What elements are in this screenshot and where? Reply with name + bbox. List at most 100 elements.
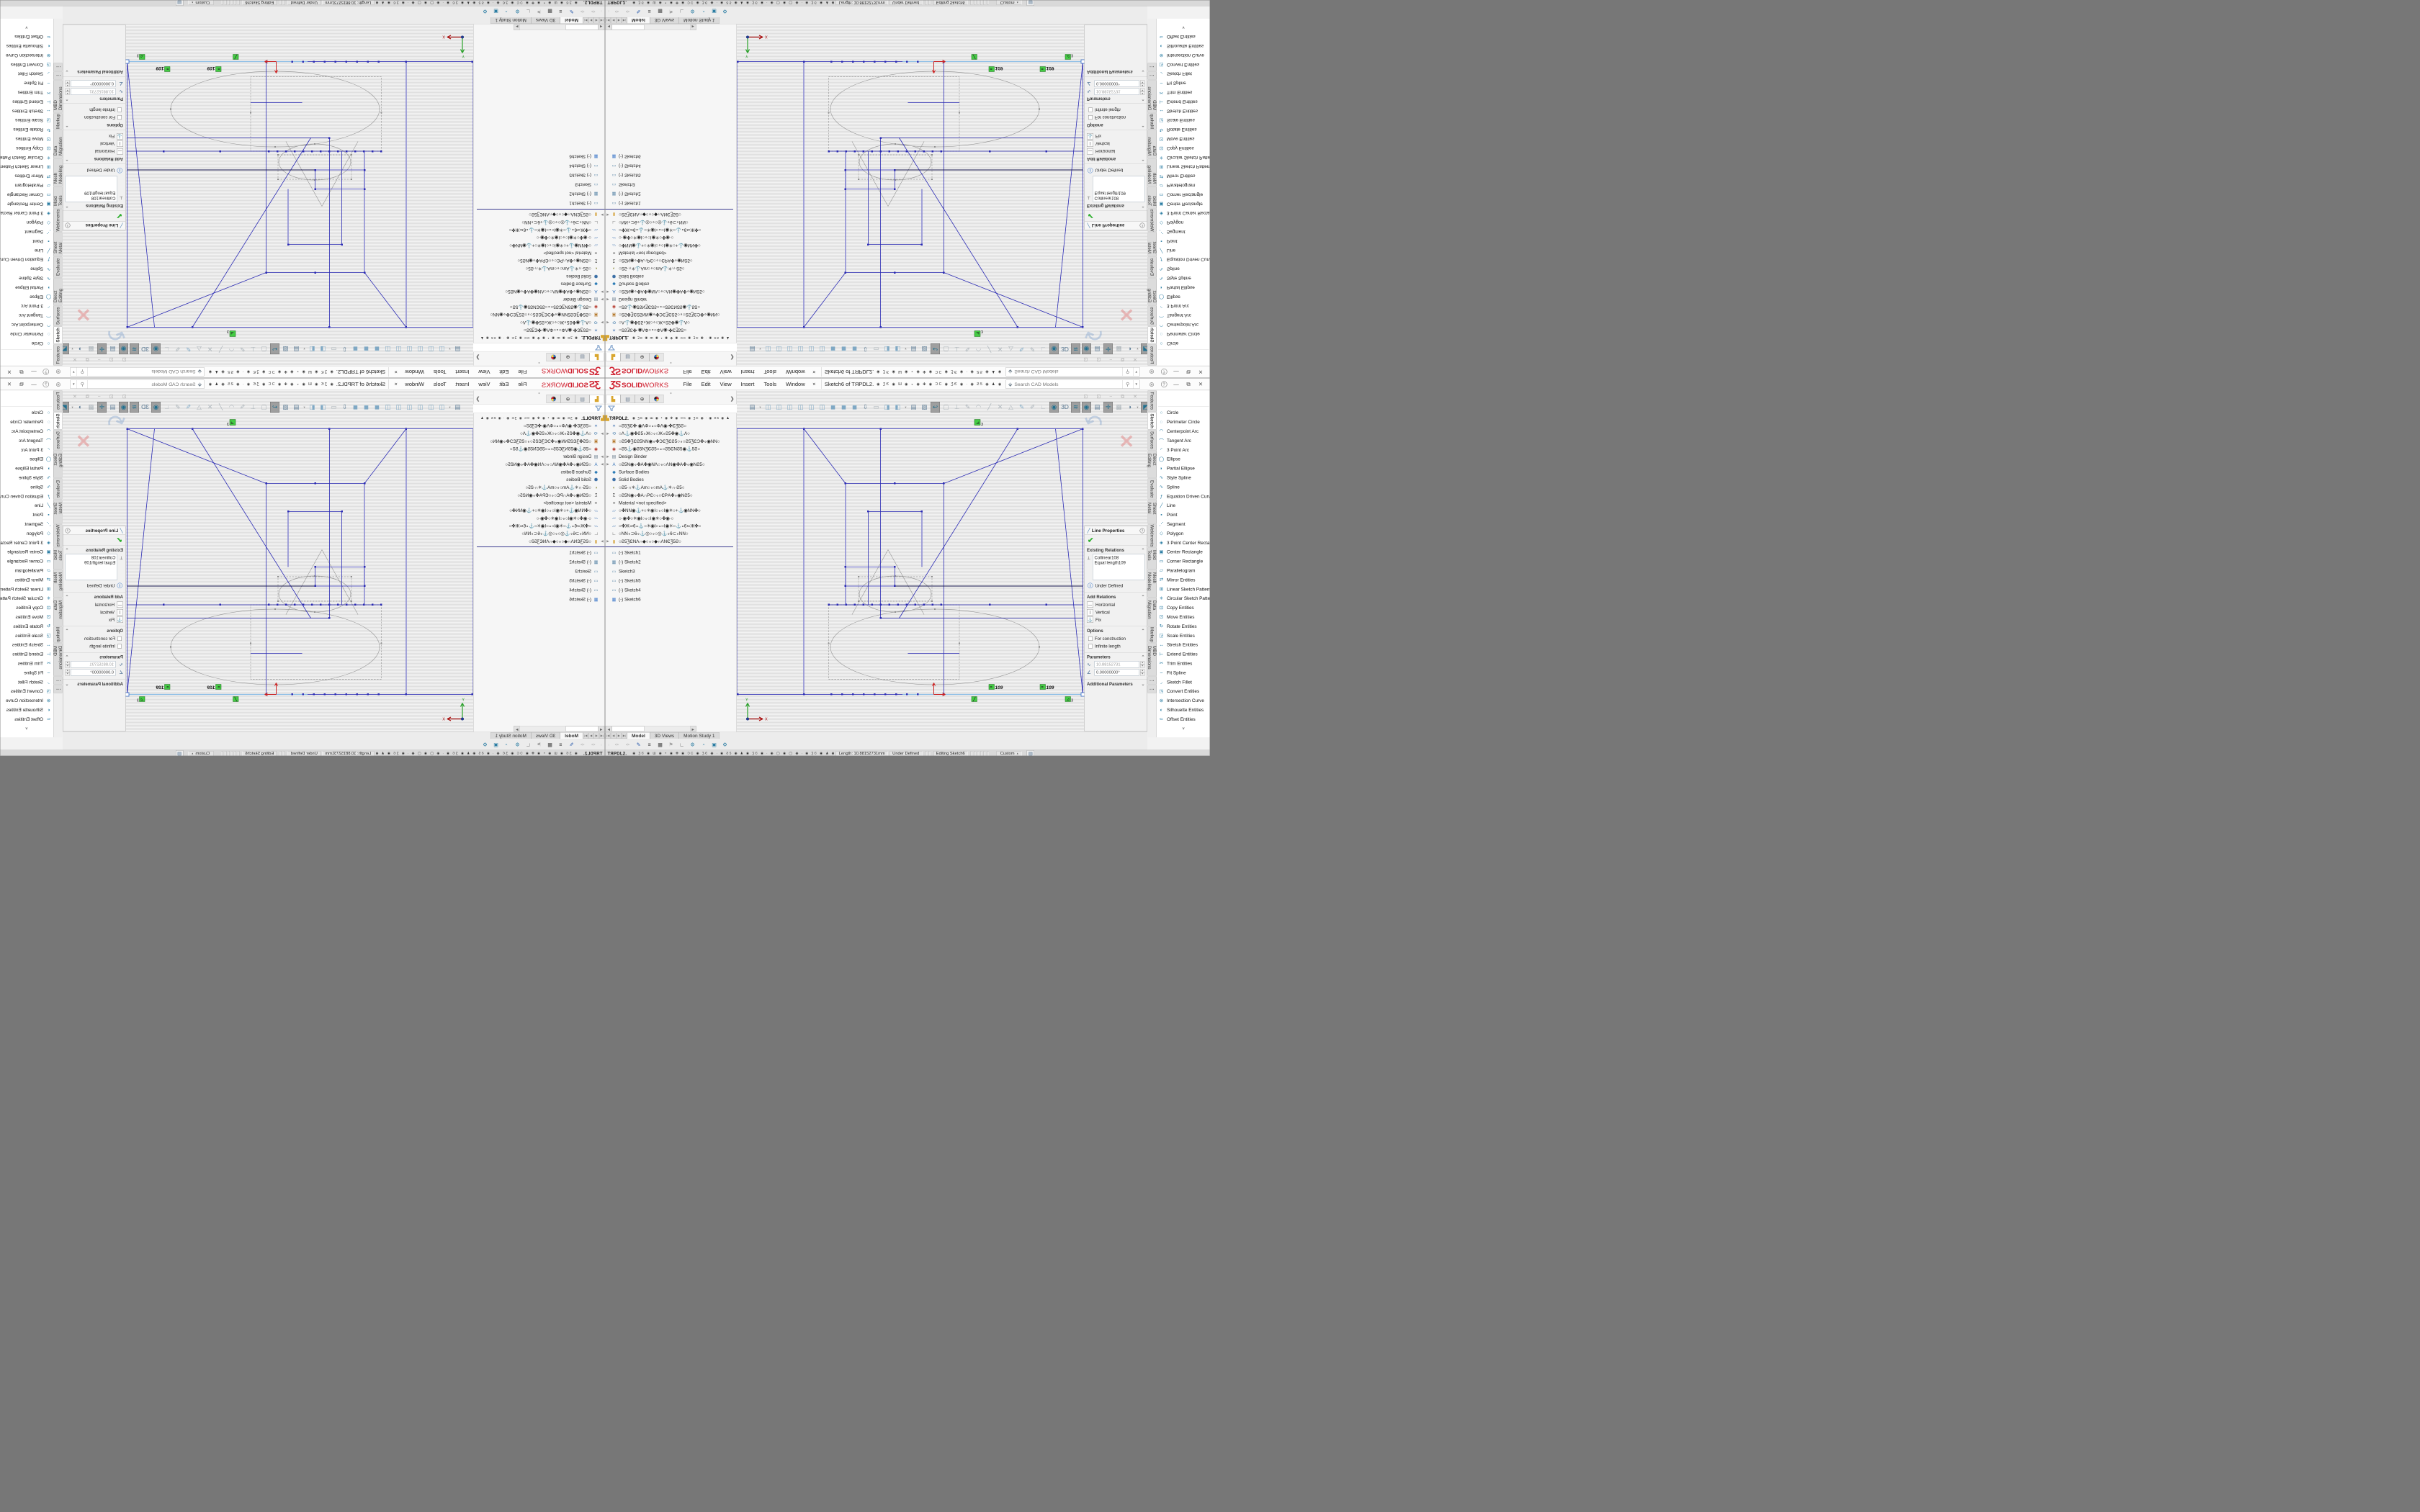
restore-button[interactable]: ⧉	[1183, 369, 1195, 375]
sketch-tool-item[interactable]: ⊢ Extend Entities	[0, 97, 53, 107]
help-icon[interactable]: ?	[1140, 528, 1145, 533]
tab-displaymanager[interactable]	[547, 353, 561, 361]
sketch-tool-item[interactable]: ⌣ Fit Spline	[1157, 78, 1210, 88]
sketch-tool-item[interactable]: ⊡ Copy Entities	[0, 144, 53, 153]
option-checkbox-row[interactable]: For construction	[1087, 114, 1145, 122]
sketch-tool-item[interactable]: ◲ Scale Entities	[0, 631, 53, 640]
sketch-tool-item[interactable]: ◐ Silhouette Entities	[1157, 42, 1210, 51]
close-button[interactable]: ✕	[1195, 381, 1207, 387]
document-tab[interactable]: 3D Views	[531, 17, 560, 24]
motion-toolbar-icon[interactable]: ∟	[524, 9, 533, 14]
sketch-tool-item[interactable]: ⊞ Linear Sketch Pattern	[0, 163, 53, 172]
equal-relation-badge-2[interactable]: = 109	[1040, 66, 1054, 72]
sketch-tool-item[interactable]: ◳ Convert Entities	[0, 686, 53, 696]
command-tab[interactable]: Sheet Metal	[54, 233, 63, 256]
command-tab[interactable]: Mesh Modeling	[1148, 159, 1157, 186]
command-tab[interactable]: Mold Tools	[1148, 548, 1157, 570]
sketch-tool-item[interactable]: ▪ Point	[0, 237, 53, 246]
motion-toolbar-icon[interactable]: ▣	[492, 742, 501, 748]
restore-button[interactable]: ⧉	[16, 369, 28, 375]
tree-item[interactable]: ◉ ○Ƨ5⚓◉Ƨ5ΝƷЄƧ5○∘○Ƨ5ЄΝƧ5◉⚓5Ƨ○	[473, 445, 605, 453]
sketch-tool-item[interactable]: ⊡ Move Entities	[1157, 135, 1210, 144]
command-tab[interactable]: ⋮	[54, 63, 63, 71]
motion-toolbar-icon[interactable]: ∟	[524, 742, 533, 747]
add-relation-button[interactable]: | Vertical	[1087, 140, 1145, 148]
toolbar-grip[interactable]: ⋮	[607, 743, 611, 747]
tree-item-sketch[interactable]: ▭ (-) Sketch1	[473, 199, 605, 208]
search-icon[interactable]: ⚲	[77, 368, 88, 377]
sketch-lines[interactable]	[737, 62, 1083, 328]
sketch-tool-item[interactable]: ⊡ Move Entities	[1157, 612, 1210, 621]
first-tab-arrow[interactable]: |◀	[606, 733, 611, 739]
sketch-points[interactable]	[737, 61, 1084, 328]
sketch-tool-item[interactable]: ◠ Centerpoint Arc	[0, 320, 53, 330]
relation-entry[interactable]: Equal length109	[1095, 560, 1144, 565]
more-tools-chevron[interactable]: ⩔	[1157, 24, 1210, 30]
tree-item[interactable]: ▶ ▤ Design Binder	[473, 453, 605, 461]
tree-item[interactable]: ◐ ○Ƨ5∙∩✳⚓Am○∘○mA⚓✳∩∙Ƨ5○	[473, 265, 605, 273]
sketch-tool-item[interactable]: ⊡ Copy Entities	[1157, 144, 1210, 153]
status-layer-icon[interactable]: ▤	[1027, 750, 1034, 756]
command-tab[interactable]: Sketch	[54, 327, 63, 344]
tree-item[interactable]: ▶ ▮ ○Ƨ5ƷЄΝΛ∩◆○∘○◆∩ΛΝЄƷ5Ƨ○	[473, 211, 605, 219]
document-tab[interactable]: 3D Views	[650, 732, 678, 739]
sketch-points[interactable]	[127, 428, 474, 696]
collapse-chevron-icon[interactable]: ⌃	[1141, 548, 1144, 553]
panel-grip[interactable]: ●	[606, 361, 737, 365]
status-layer-icon[interactable]: ▤	[1027, 0, 1034, 6]
help-icon[interactable]: ?	[66, 528, 71, 533]
section-header[interactable]: Add Relations	[1087, 157, 1116, 162]
collinear-relation-badge[interactable]: ╱	[972, 696, 977, 702]
sketch-tool-item[interactable]: ✳ Circular Sketch Pattern	[1157, 593, 1210, 603]
document-tab[interactable]: Motion Study 1	[679, 732, 720, 739]
collapse-chevron-icon[interactable]: ⌃	[66, 123, 69, 128]
sketch-tool-item[interactable]: ↔ Stretch Entities	[1157, 640, 1210, 649]
close-button[interactable]: ✕	[4, 381, 16, 387]
add-relation-button[interactable]: ⚓ Fix	[1087, 132, 1145, 140]
command-tab[interactable]: Evaluate	[1148, 479, 1157, 500]
checkbox[interactable]	[1088, 636, 1093, 641]
sketch-tool-item[interactable]: ⊗ Intersection Curve	[0, 696, 53, 705]
collapse-chevron-icon[interactable]: ⌃	[66, 654, 69, 660]
expand-chevron-icon[interactable]: ⌄	[66, 70, 69, 75]
command-tab[interactable]: Weldments	[54, 210, 63, 232]
sketch-tool-item[interactable]: ╱ Line	[0, 246, 53, 256]
sketch-tool-item[interactable]: ◇ Polygon	[1157, 528, 1210, 538]
menu-item[interactable]: Insert	[736, 381, 759, 387]
menu-item[interactable]: Insert	[451, 381, 474, 387]
sketch-tool-item[interactable]: ▣ Center Rectangle	[0, 199, 53, 209]
search-dropdown-arrow[interactable]: ▼	[1133, 368, 1139, 377]
section-header[interactable]: Additional Parameters	[1087, 70, 1133, 75]
tree-item-sketch[interactable]: ▦ (-) Sketch6	[473, 595, 605, 604]
command-tab[interactable]: Surfaces	[1148, 431, 1157, 451]
sketch-tool-item[interactable]: ▣ Center Rectangle	[0, 547, 53, 557]
option-checkbox-row[interactable]: Infinite length	[66, 642, 124, 650]
tree-item[interactable]: ✶ ○Ƨ5ƷЄ✤∙◉ΛΦ○∘○ΦΛ◉∙✤ЄƷ5Ƨ○	[606, 326, 738, 334]
tree-item[interactable]: ▶ ▮ ○Ƨ5ƷЄΝΛ∩◆○∘○◆∩ΛΝЄƷ5Ƨ○	[473, 537, 605, 545]
expander-arrow-icon[interactable]: ▶	[606, 454, 611, 459]
tree-item[interactable]: ◆ Surface Bodies	[606, 280, 738, 288]
section-header[interactable]: Parameters	[1087, 654, 1111, 660]
motion-toolbar-icon[interactable]: ▣	[710, 742, 719, 748]
tree-item[interactable]: ✶ ○Ƨ5ƷЄ✤∙◉ΛΦ○∘○ΦΛ◉∙✤ЄƷ5Ƨ○	[473, 422, 605, 430]
motion-toolbar-icon[interactable]: ⚑	[667, 742, 676, 748]
menu-item[interactable]: Tools	[429, 381, 452, 387]
sketch-tool-item[interactable]: ✂ Trim Entities	[0, 659, 53, 668]
tree-item[interactable]: ∟ ○ΝΝ∘⊃6∘⚓◎○∘○◎⚓∘6⊂∘ΝΝ○	[606, 530, 738, 538]
sketch-tool-item[interactable]: ↔ Stretch Entities	[0, 107, 53, 116]
expander-arrow-icon[interactable]: ▶	[606, 212, 611, 217]
checkbox[interactable]	[117, 644, 122, 648]
minimize-button[interactable]: —	[1170, 369, 1183, 375]
tree-item[interactable]: ▶ ⟲ ○Λ⚓◉✤Ƨ5∘Ж○∘○Ж∘Ƨ5✤◉⚓Λ○	[606, 319, 738, 327]
sketch-tool-item[interactable]: ◐ Silhouette Entities	[1157, 705, 1210, 714]
sketch-tool-item[interactable]: ↔ Stretch Entities	[1157, 107, 1210, 116]
toolbar-grip[interactable]: ⋮	[600, 10, 604, 14]
motion-toolbar-icon[interactable]: ≡	[557, 9, 565, 14]
sketch-tool-item[interactable]: ○ Circle	[0, 408, 53, 418]
motion-toolbar-icon[interactable]: ✎	[635, 9, 643, 15]
menu-item[interactable]: View	[474, 369, 495, 375]
last-tab-arrow[interactable]: ▶|	[583, 733, 589, 739]
sketch-tool-item[interactable]: ◠ Centerpoint Arc	[0, 426, 53, 436]
status-custom-dropdown[interactable]: Custom ▴	[997, 0, 1022, 5]
relations-list[interactable]: Collinear108Equal length109	[66, 554, 118, 580]
